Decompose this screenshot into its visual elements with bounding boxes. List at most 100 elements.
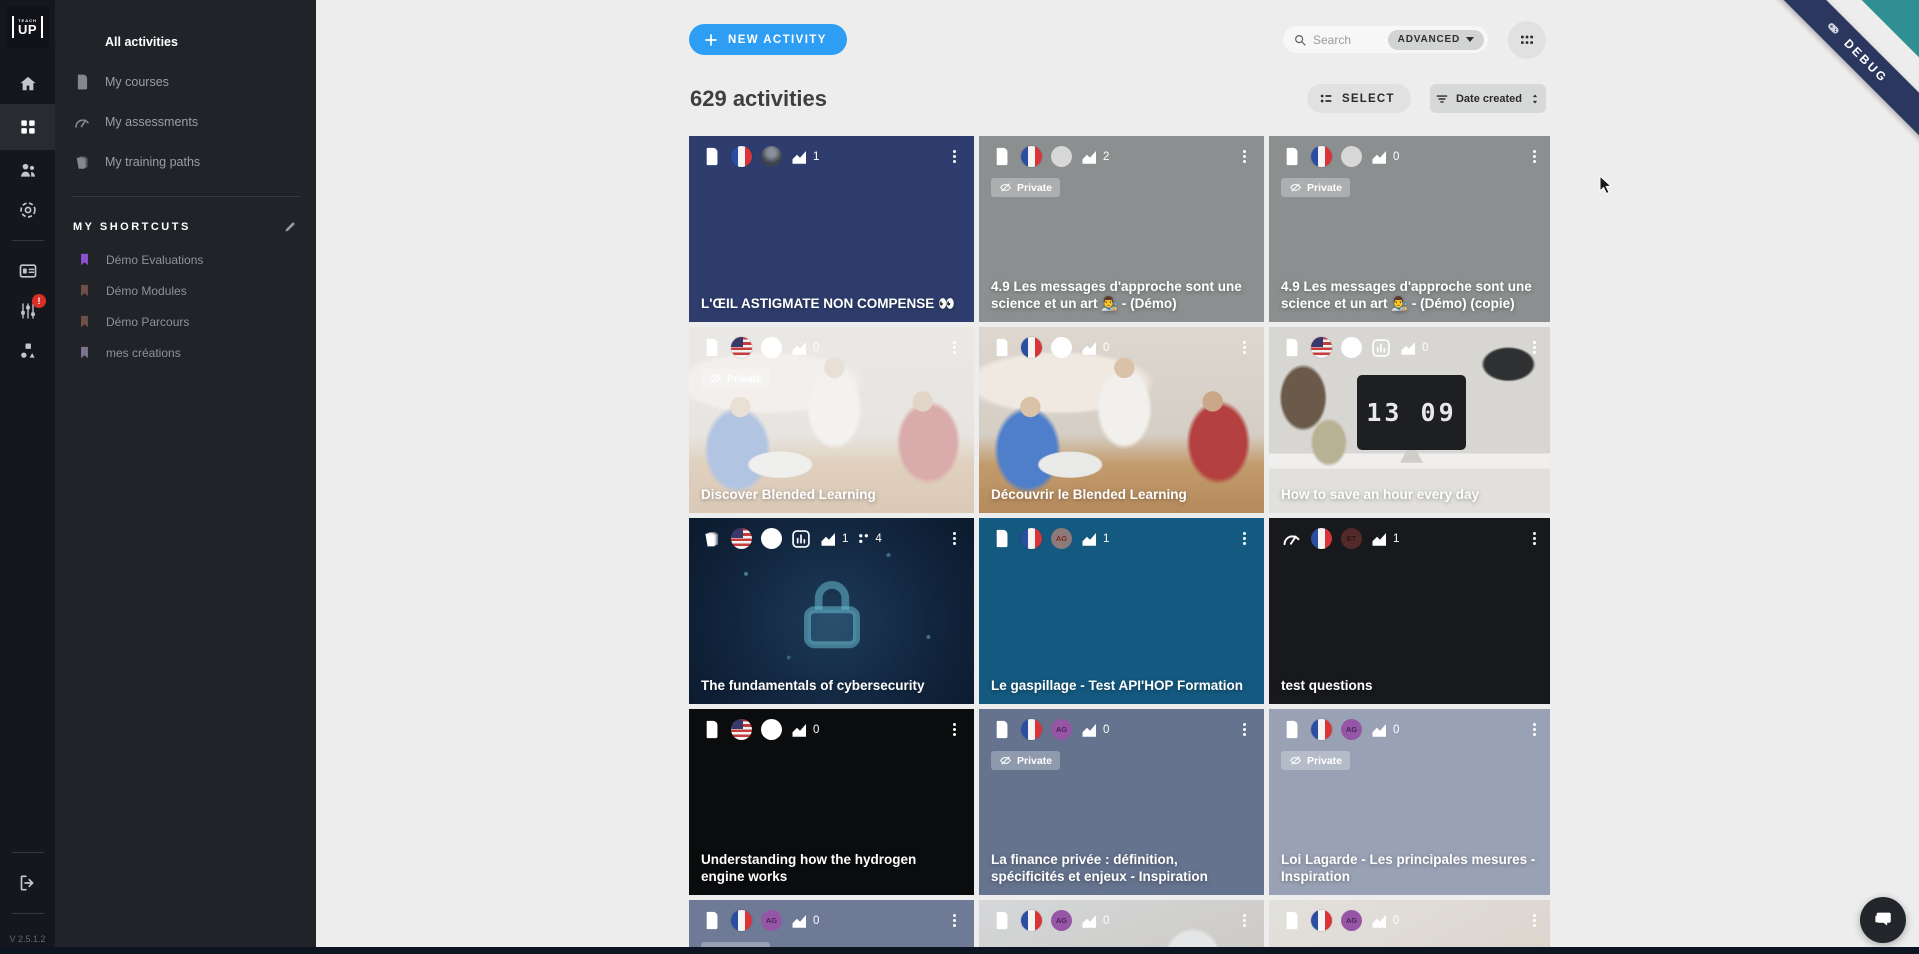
sidebar-item-my-assessments[interactable]: My assessments <box>55 102 316 142</box>
author-avatar <box>761 146 782 167</box>
book-icon <box>991 146 1012 167</box>
author-avatar: AG <box>1051 528 1072 549</box>
activity-card[interactable]: 0Découvrir le Blended Learning <box>979 327 1264 513</box>
views-chart-icon <box>1081 721 1099 739</box>
card-menu-button[interactable] <box>944 338 964 358</box>
paths-icon <box>701 528 722 549</box>
shortcut-item[interactable]: mes créations <box>55 337 316 368</box>
cards-viewport: 1L'ŒIL ASTIGMATE NON COMPENSE 👀2Private4… <box>689 136 1550 947</box>
shortcut-item[interactable]: Démo Parcours <box>55 306 316 337</box>
shortcuts-header: MY SHORTCUTS <box>73 221 191 233</box>
gauge-icon <box>73 113 91 131</box>
views-chart-icon <box>1081 912 1099 930</box>
grid-view-button[interactable] <box>1508 21 1546 59</box>
search-icon <box>1293 33 1307 47</box>
author-avatar <box>1051 146 1072 167</box>
search-icon <box>1293 33 1307 47</box>
bookmark-icon <box>77 345 92 360</box>
author-avatar <box>1341 337 1362 358</box>
card-menu-button[interactable] <box>944 147 964 167</box>
sidebar-item-all-activities[interactable]: All activities <box>55 22 316 62</box>
views-chart-icon <box>791 148 809 166</box>
activity-card[interactable]: ET1test questions <box>1269 518 1550 704</box>
rail-item-shapes[interactable] <box>0 331 55 371</box>
search-input[interactable] <box>1307 33 1388 47</box>
activity-card[interactable]: 0PrivateDiscover Blended Learning <box>689 327 974 513</box>
activity-card[interactable]: 0Understanding how the hydrogen engine w… <box>689 709 974 895</box>
card-menu-button[interactable] <box>944 720 964 740</box>
gamepad-icon <box>1822 17 1845 40</box>
card-menu-button[interactable] <box>1524 147 1544 167</box>
filter-icon <box>1435 92 1449 106</box>
plus-icon <box>703 32 719 48</box>
logout-button[interactable] <box>0 863 55 903</box>
sort-dropdown[interactable]: Date created <box>1430 84 1546 113</box>
rail-item-globe[interactable] <box>0 190 55 230</box>
kebab-icon <box>1526 530 1543 547</box>
logout-icon <box>18 873 38 893</box>
activity-card[interactable]: 13 090How to save an hour every day <box>1269 327 1550 513</box>
select-button[interactable]: SELECT <box>1307 84 1411 113</box>
shortcut-item[interactable]: Démo Modules <box>55 275 316 306</box>
book-icon <box>1281 146 1302 167</box>
teachup-logo[interactable]: TEACH UP <box>7 6 49 48</box>
views-count: 1 <box>791 148 819 166</box>
chevron-down-icon <box>1466 37 1474 42</box>
card-menu-button[interactable] <box>1234 911 1254 931</box>
card-menu-button[interactable] <box>1524 720 1544 740</box>
rail-item-home[interactable] <box>0 64 55 104</box>
select-list-icon <box>1319 91 1334 106</box>
activity-card[interactable]: AG0PrivateLa finance privée : définition… <box>979 709 1264 895</box>
bookmark-icon <box>77 283 92 298</box>
mouse-cursor <box>1599 175 1613 195</box>
author-avatar: AG <box>1051 719 1072 740</box>
rail-item-id-card[interactable] <box>0 251 55 291</box>
card-menu-button[interactable] <box>944 529 964 549</box>
sidebar-item-my-training-paths[interactable]: My training paths <box>55 142 316 182</box>
activity-card[interactable]: 2Private4.9 Les messages d'approche sont… <box>979 136 1264 322</box>
card-menu-button[interactable] <box>1524 911 1544 931</box>
card-menu-button[interactable] <box>944 911 964 931</box>
activity-card[interactable]: AG0 <box>1269 900 1550 947</box>
edit-shortcuts-icon[interactable] <box>283 219 298 234</box>
card-menu-button[interactable] <box>1234 529 1254 549</box>
card-menu-button[interactable] <box>1234 147 1254 167</box>
activity-card[interactable]: AG0 <box>979 900 1264 947</box>
stats-square-icon <box>791 529 811 549</box>
card-menu-button[interactable] <box>1524 529 1544 549</box>
debug-label: DEBUG <box>1841 36 1890 85</box>
activity-card[interactable]: AG1Le gaspillage - Test API'HOP Formatio… <box>979 518 1264 704</box>
course-book-icon <box>1281 146 1302 167</box>
kebab-icon <box>1236 148 1253 165</box>
padlock-graphic <box>790 573 874 657</box>
sidebar-item-my-courses[interactable]: My courses <box>55 62 316 102</box>
rail-item-users[interactable] <box>0 150 55 190</box>
shortcut-item[interactable]: Démo Evaluations <box>55 244 316 275</box>
search-bar: ADVANCED <box>1283 26 1488 53</box>
card-menu-button[interactable] <box>1524 338 1544 358</box>
new-activity-button[interactable]: NEW ACTIVITY <box>689 24 847 55</box>
private-badge: Private <box>991 178 1060 197</box>
card-title: Le gaspillage - Test API'HOP Formation <box>991 678 1252 695</box>
author-avatar <box>1341 146 1362 167</box>
grid-icon <box>18 117 38 137</box>
activity-card[interactable]: 14The fundamentals of cybersecurity <box>689 518 974 704</box>
course-book-icon <box>991 146 1012 167</box>
new-activity-label: NEW ACTIVITY <box>728 34 827 46</box>
card-menu-button[interactable] <box>1234 720 1254 740</box>
chat-launcher-button[interactable] <box>1860 897 1906 943</box>
activity-card[interactable]: AG0Private <box>689 900 974 947</box>
book-icon <box>1281 719 1302 740</box>
activity-card[interactable]: AG0PrivateLoi Lagarde - Les principales … <box>1269 709 1550 895</box>
debug-ribbon: DEBUG <box>1757 0 1919 150</box>
card-menu-button[interactable] <box>1234 338 1254 358</box>
views-chart-icon <box>1371 148 1389 166</box>
activity-card[interactable]: 0Private4.9 Les messages d'approche sont… <box>1269 136 1550 322</box>
modules-icon <box>857 532 871 546</box>
rail-item-sliders[interactable]: ! <box>0 291 55 331</box>
views-count: 1 <box>820 530 848 548</box>
advanced-search-button[interactable]: ADVANCED <box>1388 30 1484 50</box>
activity-card[interactable]: 1L'ŒIL ASTIGMATE NON COMPENSE 👀 <box>689 136 974 322</box>
select-list-icon <box>1319 91 1334 106</box>
rail-item-grid[interactable] <box>0 104 55 150</box>
